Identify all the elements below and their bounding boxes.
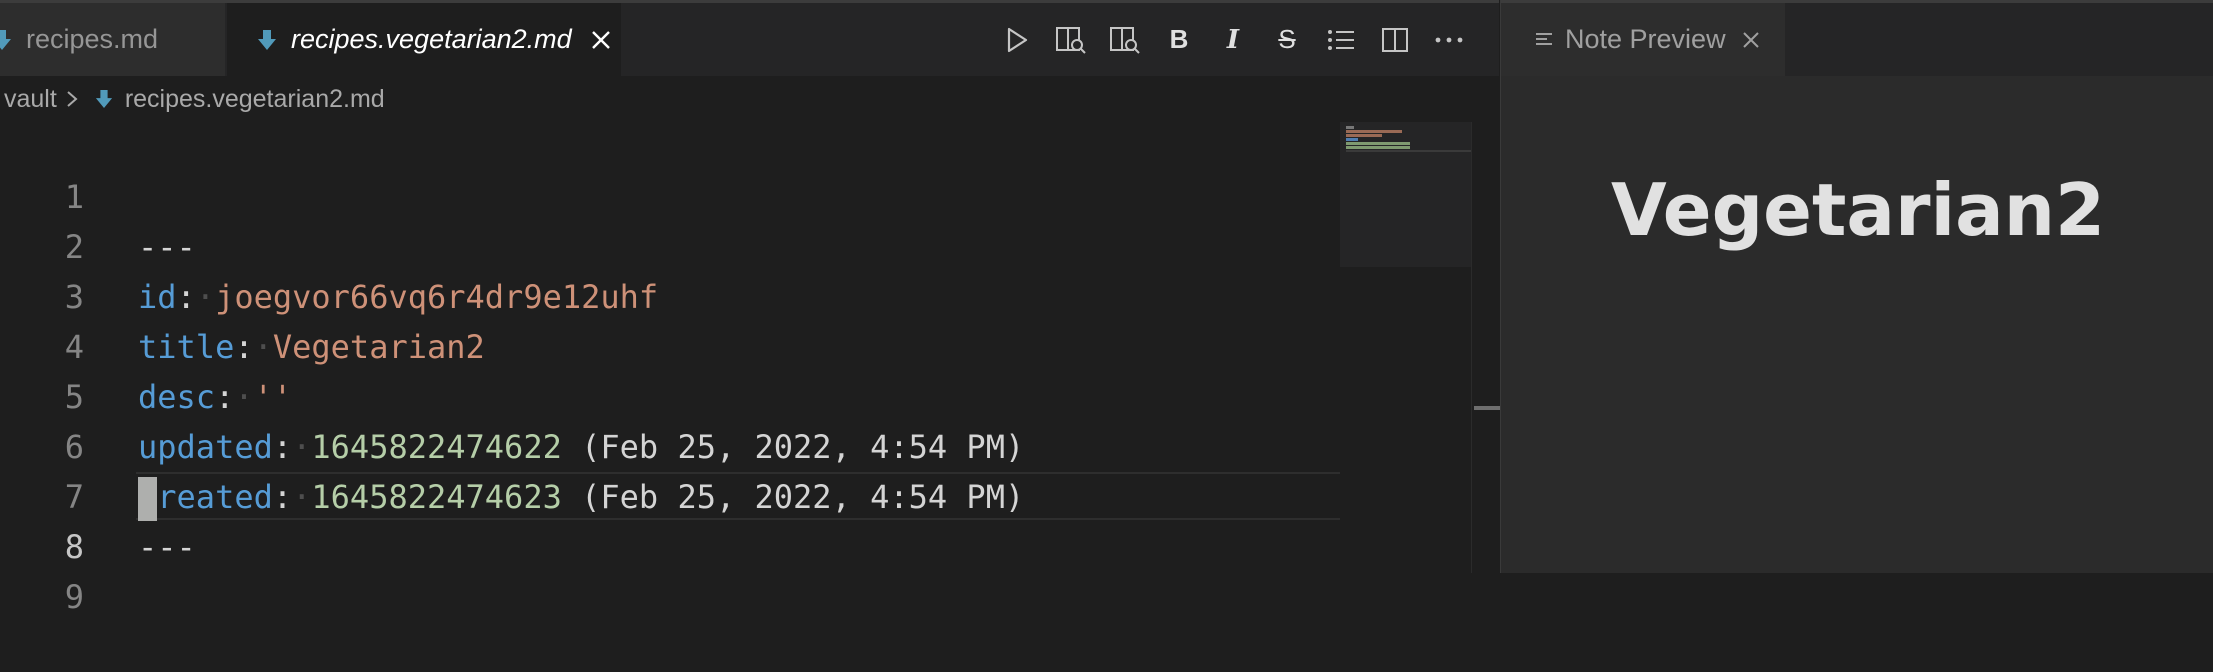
close-icon[interactable] <box>1740 29 1762 51</box>
bold-button[interactable]: B <box>1152 13 1206 67</box>
split-editor-icon <box>1382 27 1408 52</box>
strikethrough-button[interactable]: S <box>1260 13 1314 67</box>
breadcrumb-file[interactable]: recipes.vegetarian2.md <box>125 85 385 114</box>
scroll-position-marker <box>1474 406 1500 410</box>
open-preview-icon <box>1056 26 1086 54</box>
editor-toolbar: B I S <box>990 3 1476 76</box>
editor-group: recipes.md recipes.vegetarian2.md B I S … <box>0 0 1500 616</box>
strikethrough-icon: S <box>1278 24 1296 54</box>
open-preview-side-icon <box>1110 26 1140 54</box>
markdown-file-icon <box>0 29 11 50</box>
run-button[interactable] <box>990 13 1044 67</box>
list-button[interactable] <box>1314 13 1368 67</box>
bold-icon: B <box>1169 24 1189 54</box>
open-preview-side-button[interactable] <box>1098 13 1152 67</box>
tab-label: recipes.md <box>26 24 159 54</box>
italic-icon: I <box>1226 24 1240 55</box>
close-icon[interactable] <box>590 29 612 51</box>
preview-group: Note Preview Vegetarian2 <box>1500 0 2213 573</box>
list-icon <box>1328 29 1354 50</box>
run-icon <box>1007 27 1028 52</box>
code-line: 3 title:·Vegetarian2 <box>0 222 1340 366</box>
preview-body: Vegetarian2 <box>1501 76 2213 573</box>
tab-recipes-vegetarian2-md[interactable]: recipes.vegetarian2.md <box>227 3 621 76</box>
code-line: 5 updated:·1645822474622 (Feb 25, 2022, … <box>0 322 1340 466</box>
chevron-right-icon <box>67 91 78 107</box>
more-actions-icon <box>1435 37 1463 42</box>
markdown-file-icon <box>258 29 276 50</box>
code-line: 9 <box>0 522 1340 616</box>
editor-tab-bar: recipes.md recipes.vegetarian2.md B I S <box>0 0 1499 76</box>
tab-label: Note Preview <box>1565 24 1726 54</box>
text-cursor <box>138 477 157 521</box>
code-line: 4 desc:·'' <box>0 272 1340 416</box>
code-line: 2 id:·joegvor66vq6r4dr9e12uhf <box>0 172 1340 316</box>
markdown-file-icon <box>95 90 112 108</box>
code-line: 1 --- <box>0 122 1340 266</box>
preview-lines-icon <box>1536 32 1552 45</box>
tab-recipes-md[interactable]: recipes.md <box>0 3 226 76</box>
breadcrumb: vault recipes.vegetarian2.md <box>0 76 1499 122</box>
tab-note-preview[interactable]: Note Preview <box>1501 3 1785 76</box>
italic-button[interactable]: I <box>1206 13 1260 67</box>
line-number: 9 <box>64 578 84 616</box>
code-line-current: 8 <box>0 472 1340 566</box>
tab-label: recipes.vegetarian2.md <box>291 24 572 54</box>
minimap[interactable] <box>1340 122 1471 267</box>
code-line: 6 created:·1645822474623 (Feb 25, 2022, … <box>0 372 1340 516</box>
open-preview-button[interactable] <box>1044 13 1098 67</box>
more-actions-button[interactable] <box>1422 13 1476 67</box>
preview-tab-bar: Note Preview <box>1501 0 2213 76</box>
vertical-scrollbar[interactable] <box>1471 122 1500 573</box>
preview-title: Vegetarian2 <box>1611 168 2106 252</box>
breadcrumb-root[interactable]: vault <box>4 85 57 114</box>
split-editor-button[interactable] <box>1368 13 1422 67</box>
code-line: 7 --- <box>0 422 1340 566</box>
